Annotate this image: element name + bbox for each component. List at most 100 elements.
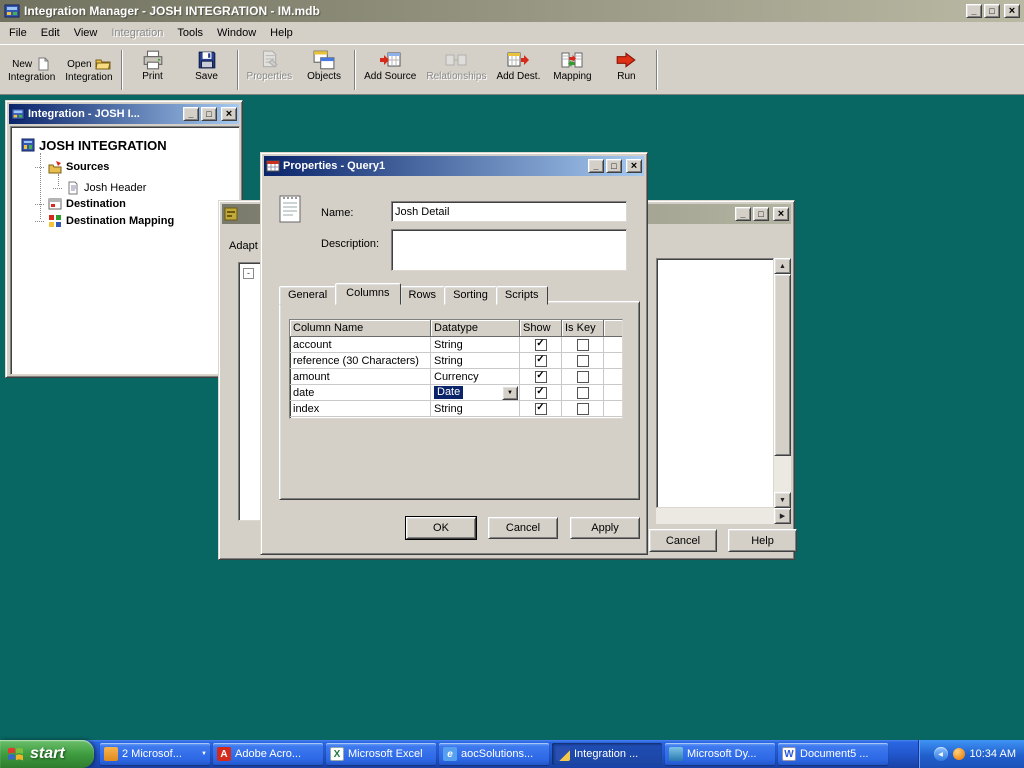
tray-chevron-icon[interactable]: ◀ <box>934 747 948 761</box>
datatype-cell[interactable]: String <box>431 353 520 369</box>
column-name-cell[interactable]: date <box>290 385 431 401</box>
taskbar-button-excel[interactable]: X Microsoft Excel <box>326 743 436 765</box>
scroll-down-icon[interactable]: ▼ <box>774 492 791 508</box>
help-button[interactable]: Help <box>728 529 797 552</box>
maximize-icon[interactable]: □ <box>753 207 769 221</box>
is-key-cell[interactable]: ✓ <box>562 337 604 353</box>
toolbar-add-source-button[interactable]: Add Source <box>359 47 421 93</box>
maximize-icon[interactable]: □ <box>201 107 217 121</box>
taskbar-button-word[interactable]: W Document5 ... <box>778 743 888 765</box>
tab-rows[interactable]: Rows <box>400 286 446 305</box>
apply-button[interactable]: Apply <box>570 517 640 539</box>
table-row[interactable]: index String ✓ ✓ <box>290 401 622 417</box>
tree-item-sources[interactable]: Sources <box>35 159 109 175</box>
taskbar-button-dynamics[interactable]: Microsoft Dy... <box>665 743 775 765</box>
tab-scripts[interactable]: Scripts <box>496 286 548 305</box>
main-titlebar[interactable]: Integration Manager - JOSH INTEGRATION -… <box>0 0 1024 22</box>
taskbar-button-acrobat[interactable]: A Adobe Acro... <box>213 743 323 765</box>
scroll-right-icon[interactable]: ▶ <box>774 508 791 524</box>
column-name-cell[interactable]: amount <box>290 369 431 385</box>
toolbar-new-integration-button[interactable]: New Integration <box>3 47 60 93</box>
column-name-cell[interactable]: index <box>290 401 431 417</box>
datatype-cell[interactable]: Currency <box>431 369 520 385</box>
toolbar-save-button[interactable]: Save <box>180 47 234 93</box>
toolbar-open-integration-button[interactable]: Open Integration <box>60 47 117 93</box>
taskbar-button-grouped[interactable]: 2 Microsof... ▼ <box>100 743 210 765</box>
table-row[interactable]: amount Currency ✓ ✓ <box>290 369 622 385</box>
show-cell[interactable]: ✓ <box>520 401 562 417</box>
is-key-cell[interactable]: ✓ <box>562 385 604 401</box>
show-cell[interactable]: ✓ <box>520 337 562 353</box>
maximize-icon[interactable]: □ <box>606 159 622 173</box>
show-cell[interactable]: ✓ <box>520 353 562 369</box>
adapter-detail-list[interactable] <box>656 258 774 508</box>
toolbar-mapping-button[interactable]: Mapping <box>545 47 599 93</box>
close-icon[interactable]: × <box>626 159 642 173</box>
header-datatype[interactable]: Datatype <box>431 320 520 337</box>
toolbar-print-button[interactable]: Print <box>126 47 180 93</box>
header-column-name[interactable]: Column Name <box>290 320 431 337</box>
scroll-up-icon[interactable]: ▲ <box>774 258 791 274</box>
tab-columns[interactable]: Columns <box>335 283 400 305</box>
tab-sorting[interactable]: Sorting <box>444 286 497 305</box>
tree-item-destination[interactable]: Destination <box>35 196 126 212</box>
table-row[interactable]: account String ✓ ✓ <box>290 337 622 353</box>
tree-collapse-icon[interactable]: - <box>243 268 254 279</box>
header-show[interactable]: Show <box>520 320 562 337</box>
toolbar-add-dest-button[interactable]: Add Dest. <box>491 47 545 93</box>
menu-tools[interactable]: Tools <box>170 24 210 42</box>
menu-file[interactable]: File <box>2 24 34 42</box>
show-cell[interactable]: ✓ <box>520 369 562 385</box>
column-name-cell[interactable]: reference (30 Characters) <box>290 353 431 369</box>
minimize-icon[interactable]: _ <box>588 159 604 173</box>
tree-item-destination-mapping[interactable]: Destination Mapping <box>35 213 174 229</box>
cancel-button[interactable]: Cancel <box>649 529 717 552</box>
minimize-icon[interactable]: _ <box>735 207 751 221</box>
taskbar-button-browser[interactable]: e aocSolutions... <box>439 743 549 765</box>
name-input[interactable] <box>391 201 627 222</box>
dropdown-icon[interactable]: ▼ <box>502 386 518 400</box>
is-key-checkbox[interactable]: ✓ <box>577 371 589 383</box>
taskbar-button-integration[interactable]: Integration ... <box>552 743 662 765</box>
minimize-icon[interactable]: _ <box>966 4 982 18</box>
toolbar-run-button[interactable]: Run <box>599 47 653 93</box>
is-key-checkbox[interactable]: ✓ <box>577 403 589 415</box>
is-key-cell[interactable]: ✓ <box>562 401 604 417</box>
show-checkbox[interactable]: ✓ <box>535 339 547 351</box>
tab-general[interactable]: General <box>279 286 336 305</box>
tray-notification-icon[interactable] <box>953 748 965 760</box>
close-icon[interactable]: × <box>221 107 237 121</box>
show-cell[interactable]: ✓ <box>520 385 562 401</box>
clock[interactable]: 10:34 AM <box>970 748 1016 760</box>
menu-help[interactable]: Help <box>263 24 300 42</box>
header-is-key[interactable]: Is Key <box>562 320 604 337</box>
show-checkbox[interactable]: ✓ <box>535 371 547 383</box>
toolbar-objects-button[interactable]: Objects <box>297 47 351 93</box>
start-button[interactable]: start <box>0 740 94 768</box>
is-key-cell[interactable]: ✓ <box>562 353 604 369</box>
is-key-checkbox[interactable]: ✓ <box>577 387 589 399</box>
close-icon[interactable]: × <box>1004 4 1020 18</box>
properties-dialog-titlebar[interactable]: Properties - Query1 _ □ × <box>264 156 644 176</box>
show-checkbox[interactable]: ✓ <box>535 387 547 399</box>
datatype-cell[interactable]: String <box>431 337 520 353</box>
tree-item-josh-integration[interactable]: JOSH INTEGRATION <box>21 136 167 154</box>
is-key-checkbox[interactable]: ✓ <box>577 339 589 351</box>
horizontal-scrollbar[interactable]: ▶ <box>656 508 791 524</box>
menu-window[interactable]: Window <box>210 24 263 42</box>
table-row-selected[interactable]: date Date ▼ ✓ ✓ <box>290 385 622 401</box>
minimize-icon[interactable]: _ <box>183 107 199 121</box>
show-checkbox[interactable]: ✓ <box>535 403 547 415</box>
description-input[interactable] <box>391 229 627 271</box>
show-checkbox[interactable]: ✓ <box>535 355 547 367</box>
restore-icon[interactable]: □ <box>984 4 1000 18</box>
datatype-cell[interactable]: String <box>431 401 520 417</box>
is-key-checkbox[interactable]: ✓ <box>577 355 589 367</box>
integration-window-titlebar[interactable]: Integration - JOSH I... _ □ × <box>9 104 239 124</box>
ok-button[interactable]: OK <box>406 517 476 539</box>
column-name-cell[interactable]: account <box>290 337 431 353</box>
datatype-combo-cell[interactable]: Date ▼ <box>431 385 520 401</box>
scrollbar-thumb[interactable] <box>774 274 791 456</box>
vertical-scrollbar[interactable]: ▲ ▼ <box>774 258 791 508</box>
menu-view[interactable]: View <box>67 24 105 42</box>
